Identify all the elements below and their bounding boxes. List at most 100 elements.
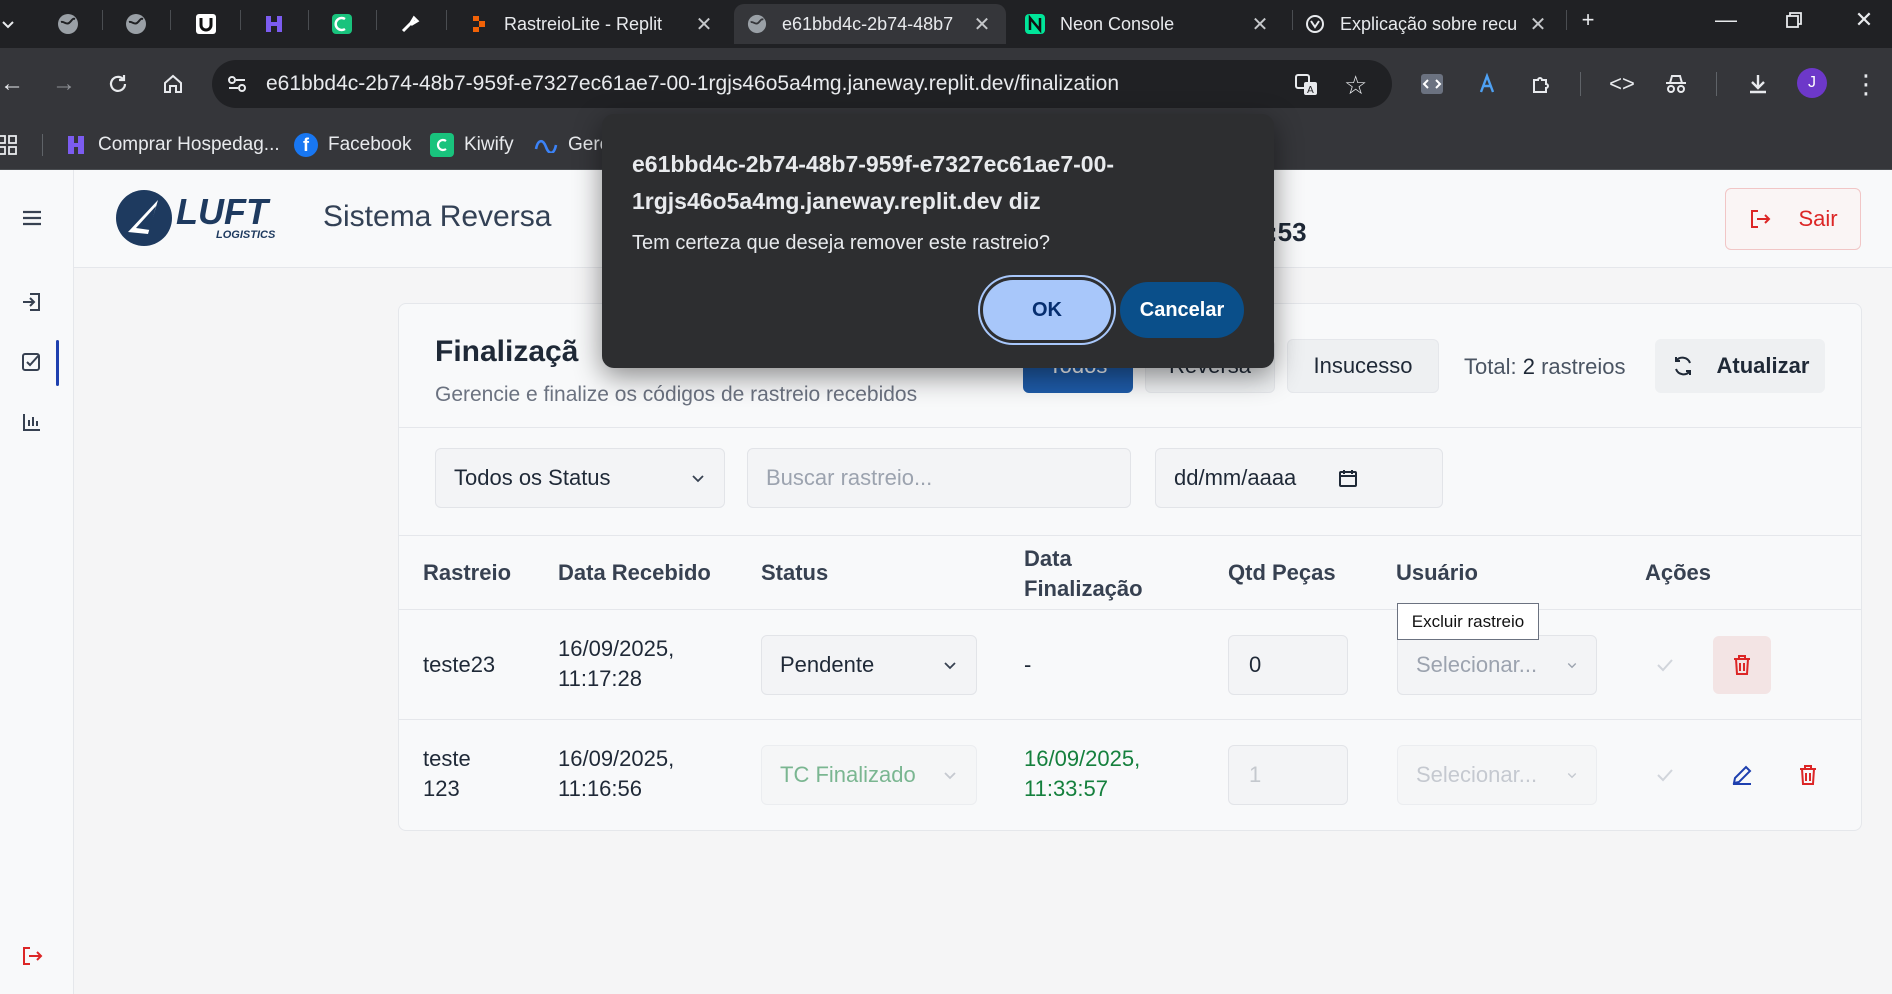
delete-trash-icon[interactable] — [1779, 746, 1837, 804]
bookmark-facebook[interactable]: f Facebook — [294, 130, 411, 160]
page-title: Finalizaçã — [435, 335, 579, 368]
cell-data-recebido: 16/09/2025, 11:16:56 — [558, 746, 675, 801]
menu-hamburger-icon[interactable] — [12, 198, 52, 238]
kebab-menu-icon[interactable]: ⋮ — [1846, 64, 1886, 104]
logo-wordmark: LUFT — [176, 191, 271, 232]
site-settings-icon[interactable] — [226, 73, 248, 100]
sidebar-item-relatorios-icon[interactable] — [12, 402, 52, 442]
close-window-icon[interactable]: ✕ — [1836, 0, 1892, 40]
chevron-down-icon — [1567, 773, 1577, 779]
confirm-check-icon[interactable] — [1636, 746, 1694, 804]
status-select[interactable]: TC Finalizado — [761, 745, 977, 805]
bookmark-comprar-hospedagem[interactable]: Comprar Hospedag... — [64, 130, 280, 160]
apps-grid-icon[interactable] — [0, 130, 18, 160]
dialog-ok-button[interactable]: OK — [983, 280, 1111, 340]
tab-e61bbd4c-active[interactable]: e61bbd4c-2b74-48b7 ✕ — [734, 4, 1006, 44]
pinned-tab-globe-icon-2[interactable] — [120, 8, 152, 40]
meta-icon — [534, 133, 558, 157]
trash-icon — [1734, 655, 1750, 675]
sidebar-item-entrada-icon[interactable] — [12, 282, 52, 322]
user-select[interactable]: Selecionar... — [1397, 745, 1597, 805]
devtools-code-icon[interactable]: <> — [1602, 64, 1642, 104]
extensions-puzzle-icon[interactable] — [1522, 64, 1562, 104]
dialog-cancel-button[interactable]: Cancelar — [1120, 282, 1244, 338]
sidebar — [0, 170, 74, 994]
globe-icon — [746, 13, 768, 35]
th-rastreio: Rastreio — [423, 560, 512, 585]
cell-rastreio: teste 123 — [423, 746, 471, 801]
refresh-button[interactable]: Atualizar — [1655, 339, 1825, 393]
th-usuario: Usuário — [1396, 560, 1478, 585]
close-tab-icon[interactable]: ✕ — [1248, 12, 1272, 37]
edit-pencil-icon[interactable] — [1713, 746, 1771, 804]
tooltip-excluir-rastreio: Excluir rastreio — [1397, 603, 1539, 640]
th-acoes: Ações — [1645, 560, 1712, 585]
translate-icon[interactable]: A — [1294, 72, 1320, 103]
restore-window-icon[interactable] — [1766, 0, 1822, 40]
calendar-icon[interactable] — [1338, 468, 1358, 488]
bookmark-meta[interactable]: Gere — [534, 130, 610, 160]
qty-input[interactable]: 1 — [1228, 745, 1348, 805]
tab-explicacao[interactable]: Explicação sobre recu ✕ — [1292, 4, 1562, 44]
forward-arrow-icon[interactable]: → — [44, 64, 84, 104]
user-select-value: Selecionar... — [1416, 762, 1538, 787]
user-select[interactable]: Selecionar... — [1397, 635, 1597, 695]
pinned-tab-globe-icon[interactable] — [52, 8, 84, 40]
bookmark-star-icon[interactable]: ☆ — [1344, 70, 1367, 101]
back-arrow-icon[interactable]: ← — [0, 64, 32, 104]
minimize-window-icon[interactable]: — — [1698, 0, 1754, 40]
reload-icon[interactable] — [98, 64, 138, 104]
tab-title: e61bbd4c-2b74-48b7 — [782, 13, 954, 34]
address-bar[interactable]: e61bbd4c-2b74-48b7-959f-e7327ec61ae7-00-… — [212, 60, 1392, 108]
total-label: Total: — [1464, 354, 1517, 379]
qty-input[interactable]: 0 — [1228, 635, 1348, 695]
cell-data-recebido: 16/09/2025, 11:17:28 — [558, 636, 675, 691]
search-input[interactable]: Buscar rastreio... — [747, 448, 1131, 508]
status-select[interactable]: Pendente — [761, 635, 977, 695]
home-icon[interactable] — [153, 64, 193, 104]
pinned-tab-h-icon[interactable] — [258, 8, 290, 40]
th-data-recebido: Data Recebido — [558, 560, 711, 585]
tab-list-chevron-icon[interactable] — [0, 8, 24, 40]
extension-a-icon[interactable] — [1467, 64, 1507, 104]
download-icon[interactable] — [1738, 64, 1778, 104]
kiwify-icon — [430, 133, 454, 157]
user-select-value: Selecionar... — [1416, 652, 1538, 677]
cell-rastreio: teste23 — [423, 652, 496, 677]
confirm-check-icon[interactable] — [1636, 636, 1694, 694]
total-suffix: rastreios — [1541, 354, 1626, 379]
extension-code-icon[interactable] — [1412, 64, 1452, 104]
close-tab-icon[interactable]: ✕ — [1526, 12, 1550, 37]
filters-row: Todos os Status Buscar rastreio... dd/mm… — [399, 428, 1861, 536]
new-tab-plus-icon[interactable]: + — [1563, 0, 1613, 40]
profile-avatar[interactable]: J — [1797, 68, 1827, 98]
bookmark-kiwify[interactable]: Kiwify — [430, 130, 514, 160]
pinned-tab-u-icon[interactable] — [190, 8, 222, 40]
tab-rastreiolite-replit[interactable]: RastreioLite - Replit ✕ — [456, 4, 728, 44]
delete-button[interactable] — [1713, 636, 1771, 694]
replit-icon — [468, 13, 490, 35]
incognito-icon[interactable] — [1656, 64, 1696, 104]
hostinger-icon — [64, 133, 88, 157]
close-tab-icon[interactable]: ✕ — [970, 12, 994, 37]
pinned-tab-kiwify-icon[interactable] — [326, 8, 358, 40]
tab-neon-console[interactable]: Neon Console ✕ — [1012, 4, 1284, 44]
svg-text:A: A — [1307, 85, 1314, 96]
logout-icon — [1751, 210, 1771, 228]
table-row: teste23 16/09/2025, 11:17:28 Pendente - … — [399, 610, 1861, 720]
date-input[interactable]: dd/mm/aaaa — [1155, 448, 1443, 508]
bookmark-label: Facebook — [328, 134, 412, 155]
logo-subtitle: LOGISTICS — [216, 229, 276, 241]
th-data-finalizacao: Data Finalização — [1024, 546, 1143, 601]
filter-insucesso-button[interactable]: Insucesso — [1287, 339, 1439, 393]
logout-button[interactable]: Sair — [1725, 188, 1861, 250]
confirm-dialog: e61bbd4c-2b74-48b7-959f-e7327ec61ae7-00-… — [602, 114, 1274, 368]
luft-logo: LUFT LOGISTICS — [114, 188, 314, 248]
date-placeholder: dd/mm/aaaa — [1174, 465, 1297, 490]
sidebar-item-finalizacao-icon[interactable] — [12, 342, 52, 382]
pinned-tab-tool-icon[interactable] — [394, 8, 426, 40]
logout-icon[interactable] — [12, 936, 52, 976]
status-filter-select[interactable]: Todos os Status — [435, 448, 725, 508]
chevron-down-icon — [1567, 663, 1577, 669]
close-tab-icon[interactable]: ✕ — [692, 12, 716, 37]
